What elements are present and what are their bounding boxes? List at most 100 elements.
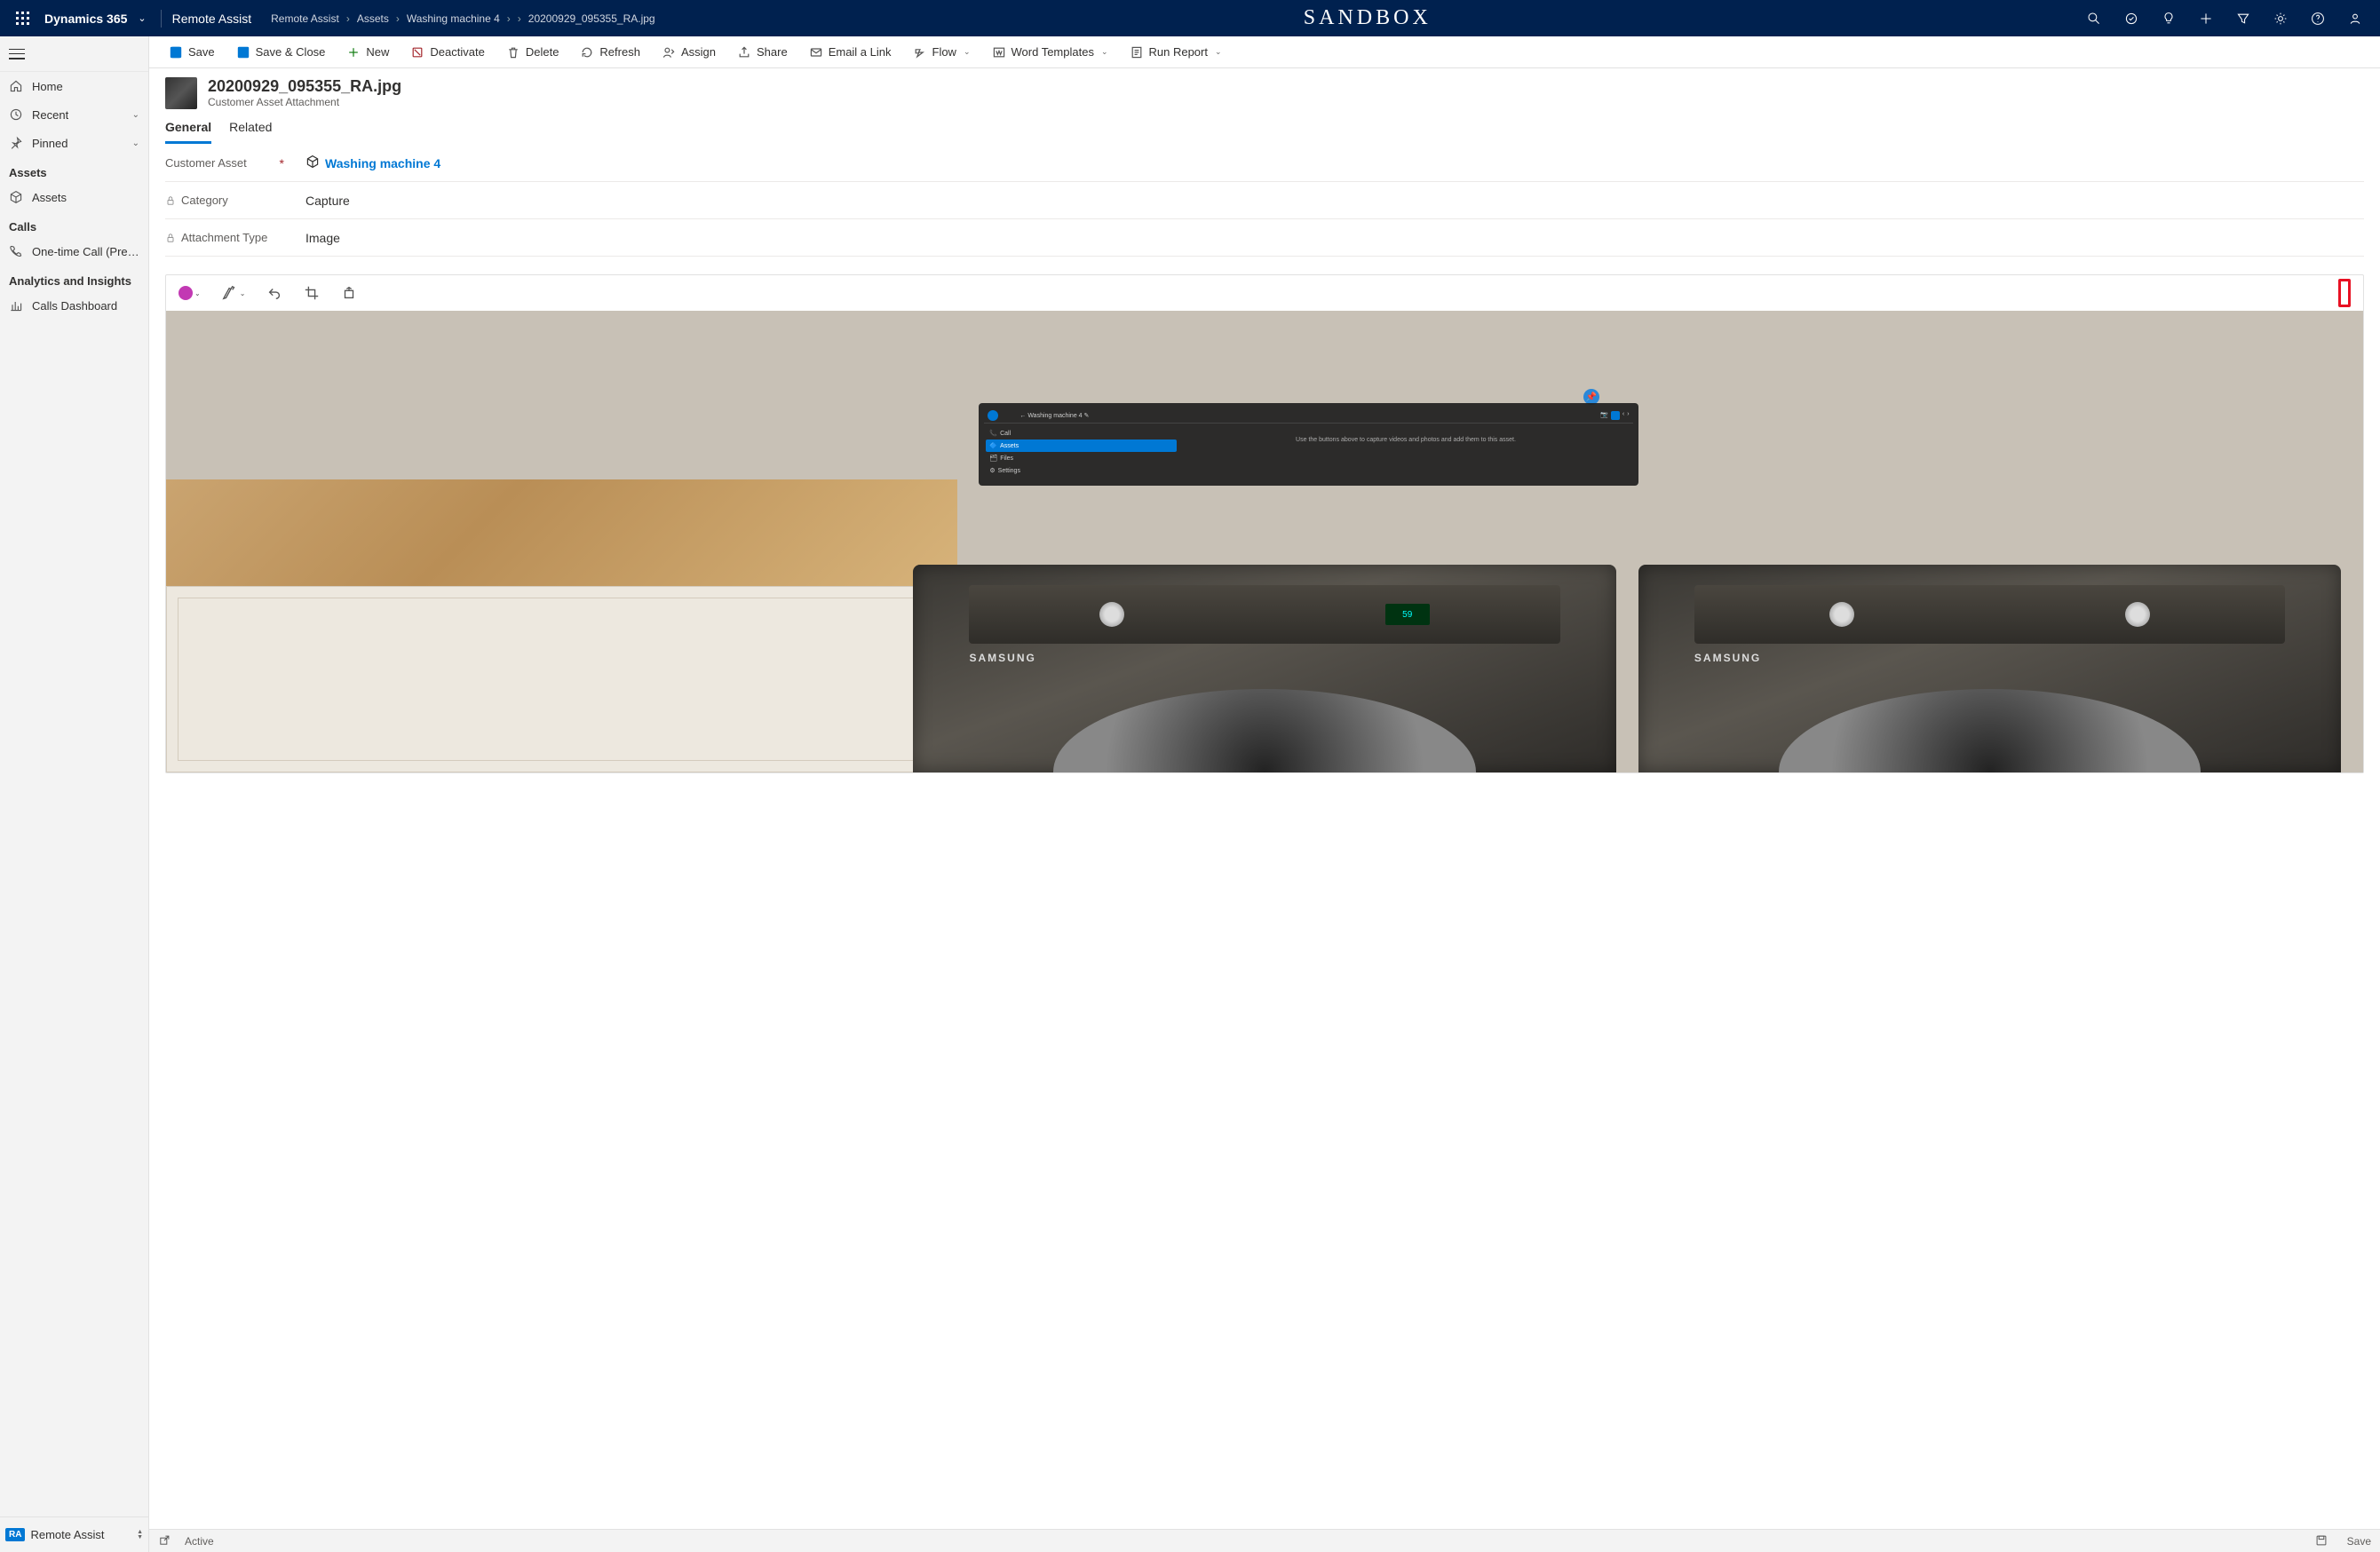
holo-title: Washing machine 4 bbox=[1027, 413, 1082, 419]
flow-button[interactable]: Flow ⌄ bbox=[904, 42, 980, 63]
brand-chevron-icon[interactable]: ⌄ bbox=[138, 12, 146, 24]
refresh-icon bbox=[580, 45, 594, 59]
sidebar-label: Calls Dashboard bbox=[32, 299, 117, 313]
image-editor: ⌄ ⌄ bbox=[165, 274, 2364, 773]
save-button[interactable]: Save bbox=[160, 42, 224, 63]
clock-icon bbox=[9, 107, 23, 122]
undo-button[interactable] bbox=[266, 285, 282, 301]
chevron-down-icon: ⌄ bbox=[132, 139, 139, 148]
report-icon bbox=[1130, 45, 1144, 59]
record-header: 20200929_095355_RA.jpg Customer Asset At… bbox=[149, 68, 2380, 109]
breadcrumb: Remote Assist › Assets › Washing machine… bbox=[267, 12, 658, 25]
sidebar-item-assets[interactable]: Assets bbox=[0, 183, 148, 211]
app-name[interactable]: Remote Assist bbox=[172, 12, 251, 26]
field-category: Category Capture bbox=[165, 182, 2364, 219]
lightbulb-icon[interactable] bbox=[2151, 0, 2186, 36]
popout-icon[interactable] bbox=[158, 1534, 172, 1548]
search-icon[interactable] bbox=[2076, 0, 2112, 36]
status-bar: Active Save bbox=[149, 1529, 2380, 1552]
lookup-link[interactable]: Washing machine 4 bbox=[325, 156, 440, 170]
user-icon[interactable] bbox=[2337, 0, 2373, 36]
save-icon bbox=[169, 45, 183, 59]
cmd-label: Assign bbox=[681, 45, 716, 59]
email-icon bbox=[809, 45, 823, 59]
new-button[interactable]: New bbox=[337, 42, 398, 63]
filter-icon[interactable] bbox=[2225, 0, 2261, 36]
help-icon[interactable] bbox=[2300, 0, 2336, 36]
chevron-down-icon: ⌄ bbox=[964, 47, 971, 57]
task-icon[interactable] bbox=[2114, 0, 2149, 36]
deactivate-button[interactable]: Deactivate bbox=[401, 42, 493, 63]
sidebar-item-one-time-call[interactable]: One-time Call (Previ… bbox=[0, 237, 148, 265]
app-launcher[interactable] bbox=[7, 12, 39, 26]
share-icon bbox=[737, 45, 751, 59]
sidebar-group-calls: Calls bbox=[0, 211, 148, 237]
delete-button[interactable]: Delete bbox=[497, 42, 568, 63]
rotate-button[interactable] bbox=[341, 285, 357, 301]
breadcrumb-item[interactable]: 20200929_095355_RA.jpg bbox=[528, 12, 655, 25]
sidebar-item-dashboard[interactable]: Calls Dashboard bbox=[0, 291, 148, 320]
image-preview[interactable]: 59 SAMSUNG SAMSUNG 📌 ← Washing machine 4 bbox=[166, 311, 2363, 772]
assign-icon bbox=[662, 45, 676, 59]
undo-icon bbox=[266, 285, 282, 301]
sidebar-item-recent[interactable]: Recent ⌄ bbox=[0, 100, 148, 129]
area-badge: RA bbox=[5, 1528, 25, 1541]
save-close-button[interactable]: Save & Close bbox=[227, 42, 335, 63]
chevron-right-icon: › bbox=[518, 12, 521, 25]
refresh-button[interactable]: Refresh bbox=[571, 42, 649, 63]
record-title: 20200929_095355_RA.jpg bbox=[208, 78, 401, 96]
sidebar-area-switcher[interactable]: RA Remote Assist ▲▼ bbox=[0, 1516, 148, 1552]
editor-toolbar: ⌄ ⌄ bbox=[166, 275, 2363, 311]
washer-appliance: 59 SAMSUNG bbox=[913, 565, 1616, 772]
crop-button[interactable] bbox=[304, 285, 320, 301]
content-area: Save Save & Close New Deactivate Delete … bbox=[149, 36, 2380, 1552]
word-templates-button[interactable]: Word Templates ⌄ bbox=[983, 42, 1117, 63]
field-attachment-type: Attachment Type Image bbox=[165, 219, 2364, 257]
brand-label[interactable]: Dynamics 365 bbox=[44, 12, 127, 26]
tab-general[interactable]: General bbox=[165, 116, 211, 144]
share-button[interactable]: Share bbox=[728, 42, 797, 63]
email-link-button[interactable]: Email a Link bbox=[800, 42, 900, 63]
chevron-right-icon: › bbox=[507, 12, 511, 25]
command-bar: Save Save & Close New Deactivate Delete … bbox=[149, 36, 2380, 68]
chevron-down-icon: ⌄ bbox=[240, 289, 246, 297]
settings-icon[interactable] bbox=[2263, 0, 2298, 36]
deactivate-icon bbox=[410, 45, 424, 59]
popout-button[interactable] bbox=[2338, 279, 2351, 307]
marker-tool-button[interactable]: ⌄ bbox=[222, 285, 246, 301]
add-icon[interactable] bbox=[2188, 0, 2224, 36]
breadcrumb-item[interactable]: Washing machine 4 bbox=[407, 12, 500, 25]
tab-related[interactable]: Related bbox=[229, 116, 272, 144]
cmd-label: Deactivate bbox=[430, 45, 484, 59]
hamburger-icon[interactable] bbox=[9, 49, 25, 59]
waffle-icon bbox=[16, 12, 30, 26]
sidebar-item-home[interactable]: Home bbox=[0, 72, 148, 100]
field-label: Category bbox=[181, 194, 228, 207]
chart-icon bbox=[9, 298, 23, 313]
updown-icon[interactable]: ▲▼ bbox=[137, 1530, 143, 1540]
breadcrumb-item[interactable]: Remote Assist bbox=[271, 12, 339, 25]
holo-nav-call: 📞 Call bbox=[986, 427, 1177, 439]
cmd-label: Delete bbox=[526, 45, 559, 59]
sidebar-item-pinned[interactable]: Pinned ⌄ bbox=[0, 129, 148, 157]
main-area: Home Recent ⌄ Pinned ⌄ Assets Assets Cal… bbox=[0, 36, 2380, 1552]
assign-button[interactable]: Assign bbox=[653, 42, 725, 63]
color-picker-button[interactable]: ⌄ bbox=[178, 286, 201, 300]
holo-nav-settings: ⚙ Settings bbox=[986, 464, 1177, 477]
area-label: Remote Assist bbox=[30, 1528, 104, 1541]
appliance-brand: SAMSUNG bbox=[1694, 652, 1761, 664]
cmd-label: Share bbox=[757, 45, 788, 59]
holo-message: Use the buttons above to capture videos … bbox=[1178, 424, 1632, 480]
topbar-separator bbox=[161, 10, 162, 28]
footer-save-button[interactable]: Save bbox=[2315, 1534, 2371, 1548]
lock-icon bbox=[165, 233, 176, 243]
hologram-window: ← Washing machine 4 ✎ 📷‹› 📞 Call 🔷 Asset… bbox=[979, 403, 1638, 486]
run-report-button[interactable]: Run Report ⌄ bbox=[1121, 42, 1231, 63]
chevron-down-icon: ⌄ bbox=[1215, 47, 1222, 57]
footer-save-label: Save bbox=[2347, 1535, 2371, 1548]
chevron-down-icon: ⌄ bbox=[132, 110, 139, 120]
breadcrumb-item[interactable]: Assets bbox=[357, 12, 389, 25]
cmd-label: Save & Close bbox=[256, 45, 326, 59]
cmd-label: Run Report bbox=[1149, 45, 1208, 59]
marker-icon bbox=[222, 285, 238, 301]
